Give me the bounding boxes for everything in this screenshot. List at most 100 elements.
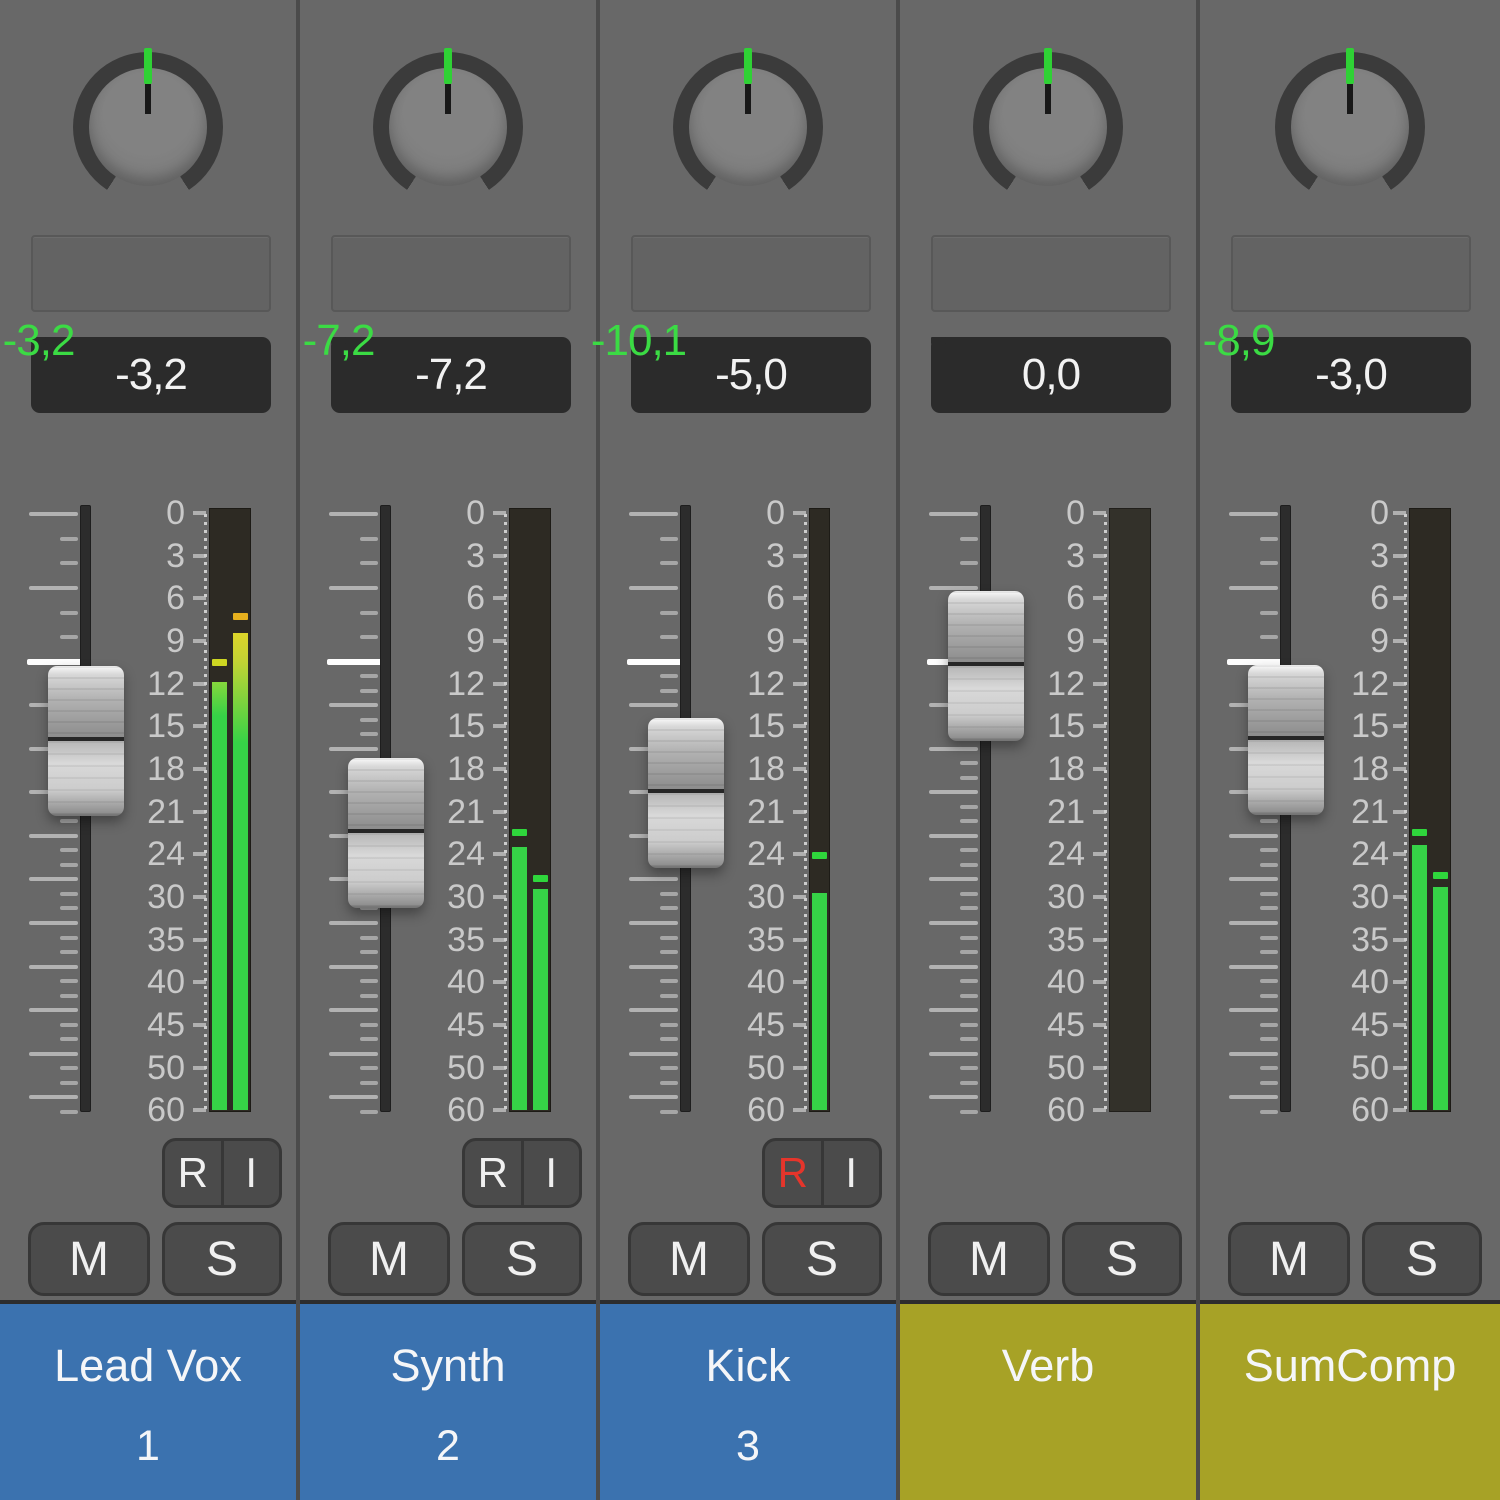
input-monitor-button[interactable]: I — [224, 1141, 280, 1205]
meter-bar — [512, 847, 527, 1110]
pan-pointer-icon — [145, 84, 151, 114]
meter-scale-label: 35 — [147, 923, 185, 957]
fader-meter-section: 03691215182124303540455060 — [1200, 500, 1500, 1115]
record-enable-button[interactable]: R — [165, 1141, 224, 1205]
peak-level-display[interactable] — [931, 337, 946, 344]
level-meter — [1409, 508, 1451, 1112]
peak-level-display[interactable]: -3,2 — [31, 337, 46, 344]
solo-button[interactable]: S — [1362, 1222, 1482, 1296]
meter-scale-label: 30 — [1047, 880, 1085, 914]
level-meter — [1109, 508, 1151, 1112]
meter-scale-label: 15 — [147, 709, 185, 743]
meter-scale-label: 18 — [1047, 752, 1085, 786]
pan-knob[interactable] — [1275, 52, 1425, 202]
output-slot[interactable] — [1231, 235, 1471, 312]
meter-scale-label: 3 — [1370, 539, 1389, 573]
meter-scale-label: 9 — [1066, 624, 1085, 658]
volume-value-display[interactable]: 0,0 — [931, 337, 1171, 413]
mute-button[interactable]: M — [28, 1222, 150, 1296]
track-label[interactable]: SumComp — [1200, 1300, 1500, 1500]
meter-scale-label: 12 — [147, 667, 185, 701]
output-slot[interactable] — [31, 235, 271, 312]
pan-knob[interactable] — [373, 52, 523, 202]
meter-scale-label: 12 — [1351, 667, 1389, 701]
pan-indicator-icon — [1044, 48, 1052, 84]
record-input-row: R I — [0, 1138, 296, 1208]
meter-scale-label: 0 — [166, 496, 185, 530]
output-slot[interactable] — [331, 235, 571, 312]
track-label[interactable]: Kick 3 — [600, 1300, 896, 1500]
record-enable-button[interactable]: R — [465, 1141, 524, 1205]
meter-scale-label: 50 — [447, 1051, 485, 1085]
meter-scale-label: 9 — [1370, 624, 1389, 658]
meter-scale-label: 45 — [1047, 1008, 1085, 1042]
record-input-button-group: R I — [462, 1138, 582, 1208]
mute-button[interactable]: M — [928, 1222, 1050, 1296]
pan-knob[interactable] — [673, 52, 823, 202]
output-slot[interactable] — [631, 235, 871, 312]
peak-level-display[interactable]: -7,2 — [331, 337, 346, 344]
meter-scale-label: 30 — [747, 880, 785, 914]
meter-scale-label: 12 — [747, 667, 785, 701]
input-monitor-button[interactable]: I — [524, 1141, 580, 1205]
pan-indicator-icon — [444, 48, 452, 84]
channel-strip: -3,0 -8,9 03691215182124303540455060 M S… — [1200, 0, 1500, 1500]
solo-button[interactable]: S — [1062, 1222, 1182, 1296]
meter-scale-label: 50 — [747, 1051, 785, 1085]
solo-button[interactable]: S — [762, 1222, 882, 1296]
track-name: Synth — [300, 1340, 596, 1392]
mute-button[interactable]: M — [628, 1222, 750, 1296]
meter-scale-label: 15 — [1351, 709, 1389, 743]
peak-level-display[interactable]: -8,9 — [1231, 337, 1246, 344]
pan-knob[interactable] — [973, 52, 1123, 202]
meter-scale-label: 40 — [1351, 965, 1389, 999]
record-input-row: R I — [300, 1138, 596, 1208]
track-number: 2 — [300, 1422, 596, 1471]
channel-strip: -5,0 -10,1 03691215182124303540455060 R … — [600, 0, 900, 1500]
peak-hold-indicator — [212, 659, 227, 666]
record-enable-button[interactable]: R — [765, 1141, 824, 1205]
pan-knob[interactable] — [73, 52, 223, 202]
meter-scale-label: 50 — [1351, 1051, 1389, 1085]
meter-scale-label: 35 — [1351, 923, 1389, 957]
meter-scale-label: 15 — [747, 709, 785, 743]
solo-button[interactable]: S — [462, 1222, 582, 1296]
meter-scale-label: 35 — [447, 923, 485, 957]
meter-scale-label: 6 — [466, 581, 485, 615]
meter-scale-label: 12 — [1047, 667, 1085, 701]
meter-scale-label: 18 — [447, 752, 485, 786]
track-label[interactable]: Verb — [900, 1300, 1196, 1500]
meter-scale: 03691215182124303540455060 — [900, 500, 1196, 1115]
track-label[interactable]: Synth 2 — [300, 1300, 596, 1500]
meter-scale-label: 60 — [1351, 1093, 1389, 1127]
meter-scale-label: 18 — [1351, 752, 1389, 786]
meter-scale-label: 18 — [747, 752, 785, 786]
value-displays: -3,2 -3,2 — [31, 337, 271, 413]
peak-level-display[interactable]: -10,1 — [631, 337, 646, 344]
meter-scale-label: 0 — [1066, 496, 1085, 530]
record-input-row: R I — [600, 1138, 896, 1208]
pan-indicator-icon — [744, 48, 752, 84]
level-meter — [209, 508, 251, 1112]
record-input-button-group: R I — [762, 1138, 882, 1208]
meter-scale-dots — [504, 514, 507, 1110]
mute-button[interactable]: M — [1228, 1222, 1350, 1296]
meter-bar — [1412, 845, 1427, 1110]
meter-scale-label: 21 — [1351, 795, 1389, 829]
meter-scale-label: 24 — [147, 837, 185, 871]
input-monitor-button[interactable]: I — [824, 1141, 880, 1205]
track-name: Lead Vox — [0, 1340, 296, 1392]
mute-button[interactable]: M — [328, 1222, 450, 1296]
output-slot[interactable] — [931, 235, 1171, 312]
meter-scale-label: 40 — [147, 965, 185, 999]
peak-hold-indicator — [1412, 829, 1427, 836]
fader-meter-section: 03691215182124303540455060 — [900, 500, 1196, 1115]
meter-scale-label: 40 — [447, 965, 485, 999]
meter-scale-label: 0 — [766, 496, 785, 530]
meter-scale-label: 21 — [1047, 795, 1085, 829]
track-label[interactable]: Lead Vox 1 — [0, 1300, 296, 1500]
solo-button[interactable]: S — [162, 1222, 282, 1296]
pan-indicator-icon — [1346, 48, 1354, 84]
meter-scale-label: 30 — [1351, 880, 1389, 914]
pan-pointer-icon — [445, 84, 451, 114]
